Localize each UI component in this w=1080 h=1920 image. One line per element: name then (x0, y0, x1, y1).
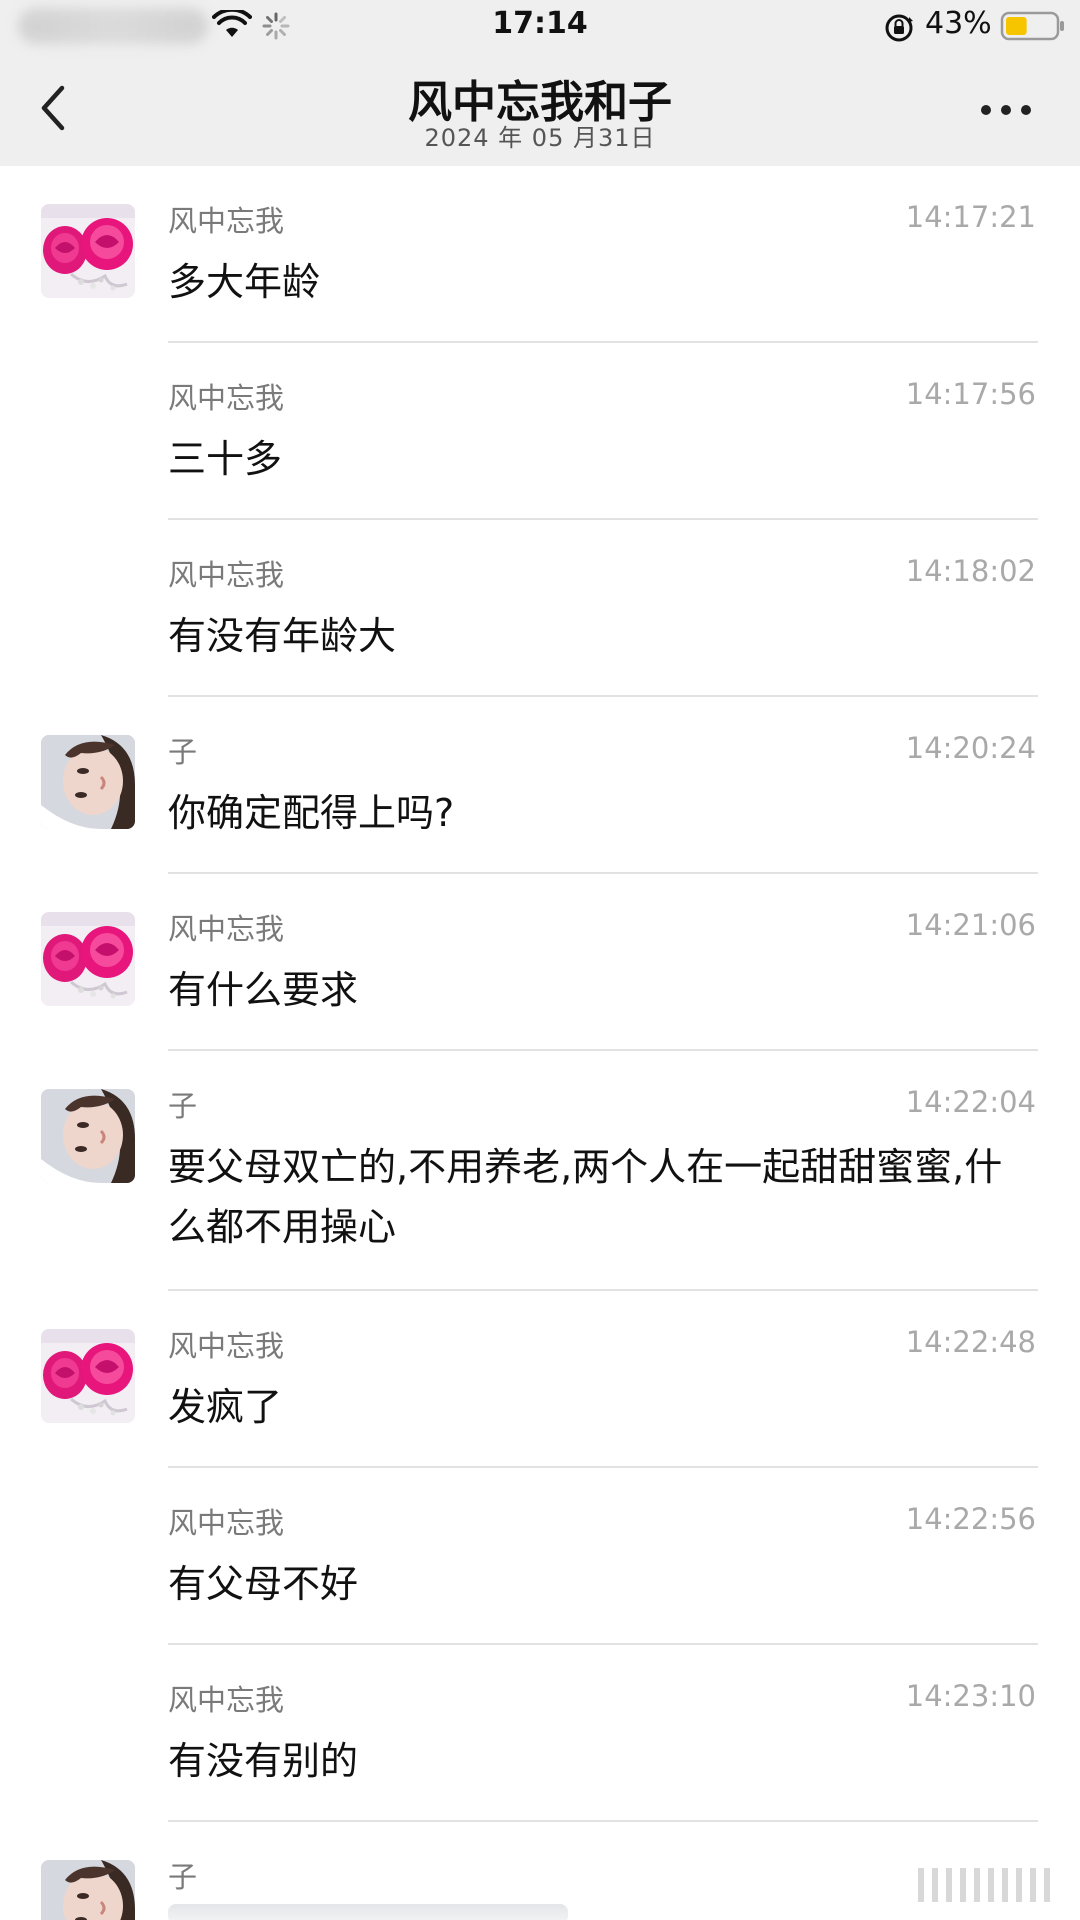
message-item[interactable]: 子 14:22:04 要父母双亡的,不用养老,两个人在一起甜甜蜜蜜,什么都不用操心 (0, 1051, 1080, 1291)
more-dots-icon[interactable] (976, 92, 1036, 128)
message-text: 多大年龄 (168, 260, 321, 304)
message-sender: 风中忘我 (168, 912, 285, 946)
top-bar: 17:14 43% 风中忘我和子 2024 年 05 月31日 (0, 0, 1080, 166)
avatar-portrait[interactable] (41, 1089, 135, 1183)
message-timestamp: 14:17:21 (905, 200, 1036, 234)
message-sender: 风中忘我 (168, 204, 285, 238)
message-list: 风中忘我 14:17:21 多大年龄 风中忘我 14:17:56 三十多 风中忘我 14:18… (0, 166, 1080, 1920)
message-item[interactable]: 风中忘我 14:23:10 有没有别的 (0, 1645, 1080, 1822)
message-text: 要父母双亡的,不用养老,两个人在一起甜甜蜜蜜,什么都不用操心 (168, 1145, 1003, 1249)
message-sender: 风中忘我 (168, 1506, 285, 1540)
avatar-rose[interactable] (41, 912, 135, 1006)
avatar-portrait[interactable] (41, 1860, 135, 1920)
message-text: 有没有年龄大 (168, 614, 397, 658)
avatar-rose[interactable] (41, 204, 135, 298)
message-text: 有父母不好 (168, 1562, 359, 1606)
message-image-preview[interactable] (168, 1904, 568, 1920)
orientation-lock-icon (885, 14, 913, 42)
message-text: 有什么要求 (168, 968, 359, 1012)
message-sender: 子 (168, 735, 198, 769)
status-bar: 17:14 43% (0, 0, 1080, 52)
message-sender: 风中忘我 (168, 381, 285, 415)
message-item[interactable]: 风中忘我 14:21:06 有什么要求 (0, 874, 1080, 1051)
message-sender: 子 (168, 1089, 198, 1123)
battery-percent: 43% (925, 6, 992, 41)
message-timestamp: 14:23:10 (905, 1679, 1036, 1713)
message-sender: 子 (168, 1860, 198, 1894)
message-timestamp: 14:22:56 (905, 1502, 1036, 1536)
message-item[interactable]: 风中忘我 14:22:48 发疯了 (0, 1291, 1080, 1468)
message-text: 有没有别的 (168, 1739, 359, 1783)
chat-history-screen: 17:14 43% 风中忘我和子 2024 年 05 月31日 风中忘我 14:… (0, 0, 1080, 1920)
message-text: 你确定配得上吗? (168, 791, 455, 835)
message-timestamp: 14:17:56 (905, 377, 1036, 411)
message-timestamp: 14:22:04 (905, 1085, 1036, 1119)
message-item[interactable]: 风中忘我 14:18:02 有没有年龄大 (0, 520, 1080, 697)
message-text: 发疯了 (168, 1385, 283, 1429)
message-sender: 风中忘我 (168, 1329, 285, 1363)
message-item[interactable]: 风中忘我 14:22:56 有父母不好 (0, 1468, 1080, 1645)
avatar-rose[interactable] (41, 1329, 135, 1423)
message-timestamp: 14:20:24 (905, 731, 1036, 765)
message-timestamp: 14:22:48 (905, 1325, 1036, 1359)
message-timestamp: 14:21:06 (905, 908, 1036, 942)
battery-icon (1000, 11, 1064, 41)
avatar-portrait[interactable] (41, 735, 135, 829)
message-sender: 风中忘我 (168, 1683, 285, 1717)
chat-date: 2024 年 05 月31日 (424, 124, 656, 152)
message-item[interactable]: 子 14:20:24 你确定配得上吗? (0, 697, 1080, 874)
message-item[interactable]: 风中忘我 14:17:21 多大年龄 (0, 166, 1080, 343)
watermark-icon (848, 1866, 1050, 1904)
message-item[interactable]: 风中忘我 14:17:56 三十多 (0, 343, 1080, 520)
message-sender: 风中忘我 (168, 558, 285, 592)
status-time: 17:14 (492, 6, 588, 41)
message-timestamp: 14:18:02 (905, 554, 1036, 588)
message-text: 三十多 (168, 437, 283, 481)
